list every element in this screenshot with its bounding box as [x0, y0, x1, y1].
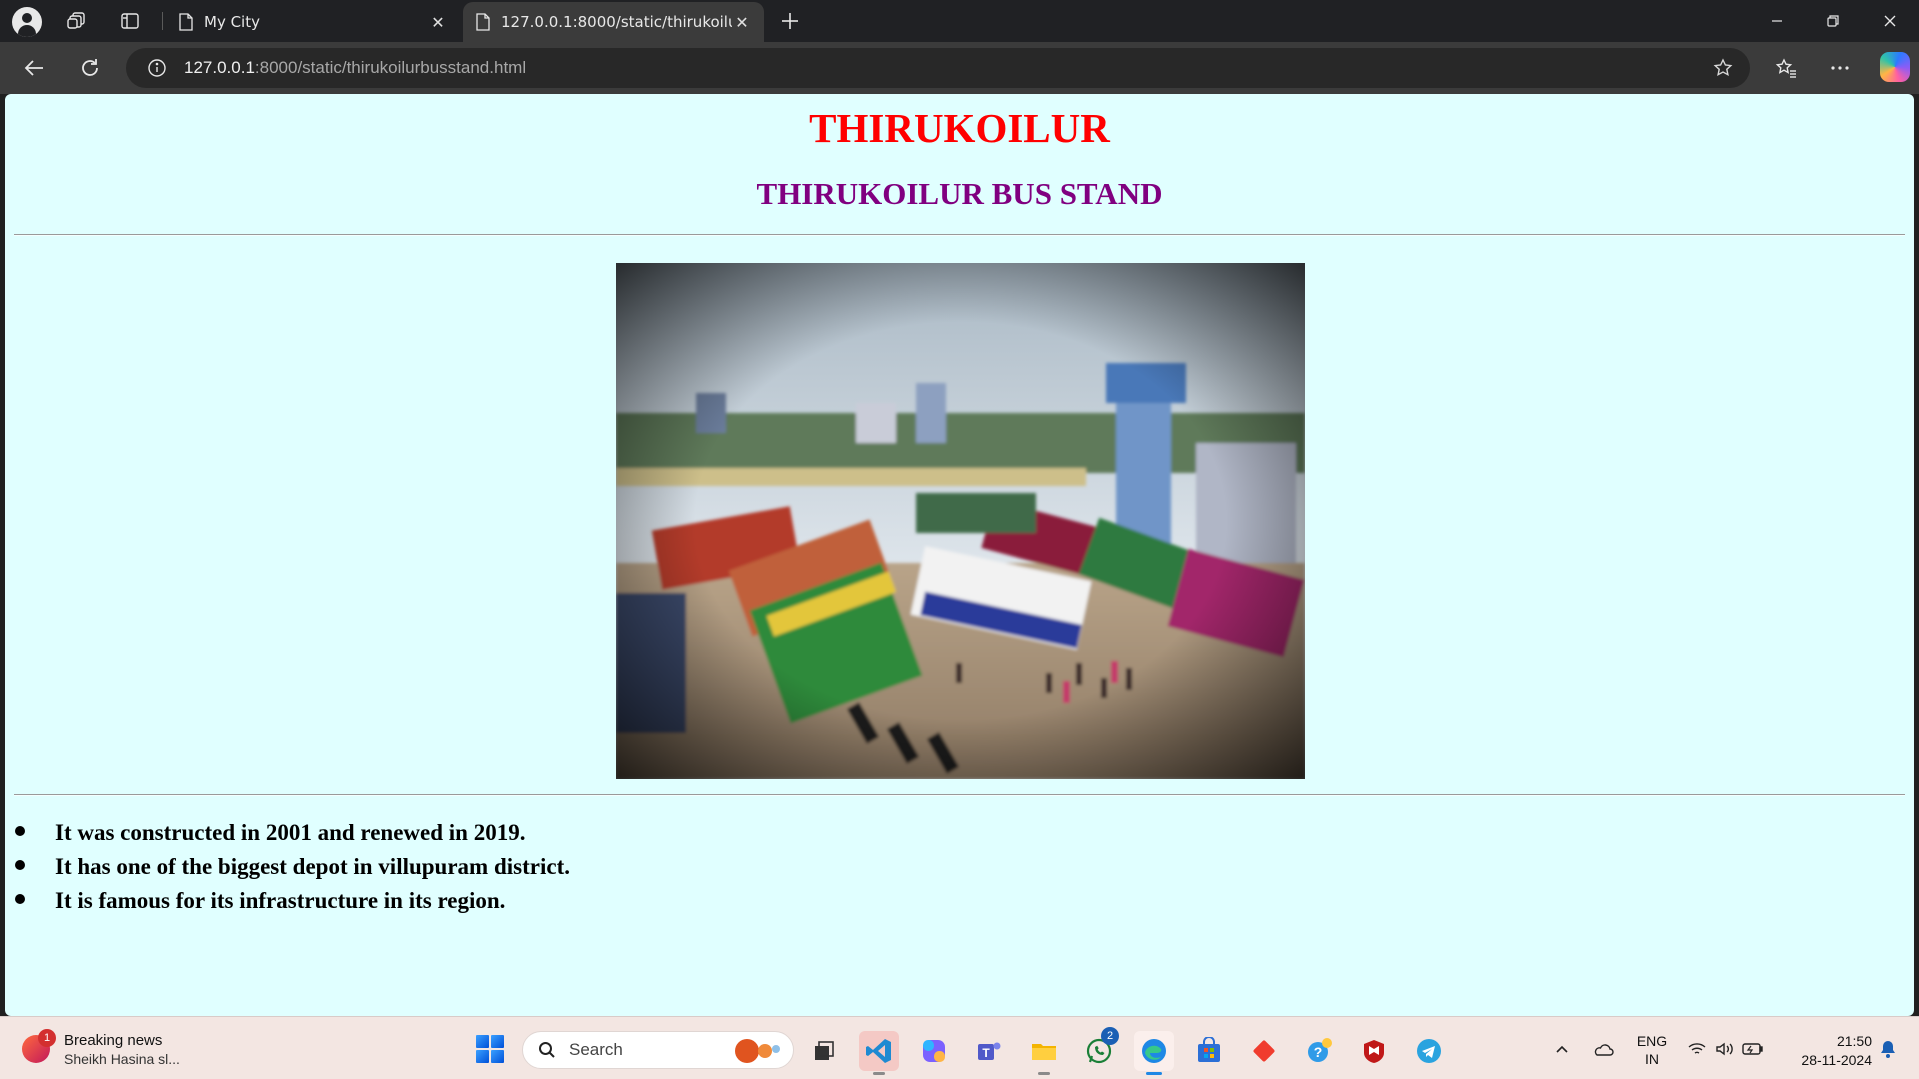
back-arrow-icon[interactable] [16, 51, 52, 85]
close-tab-icon[interactable]: ✕ [732, 12, 752, 32]
search-placeholder: Search [569, 1040, 623, 1059]
news-widget[interactable]: 1 Breaking news Sheikh Hasina sl... [22, 1029, 222, 1069]
copilot-app-icon[interactable] [914, 1031, 954, 1071]
notification-bell-icon[interactable] [1876, 1031, 1900, 1067]
system-clock[interactable]: 21:50 28-11-2024 [1782, 1032, 1872, 1070]
address-bar[interactable]: 127.0.0.1:8000/static/thirukoilurbusstan… [126, 48, 1750, 88]
whatsapp-badge: 2 [1101, 1027, 1119, 1045]
list-item: It is famous for its infrastructure in i… [5, 884, 1914, 918]
page-subtitle: THIRUKOILUR BUS STAND [756, 176, 1163, 211]
search-highlight-icon [735, 1039, 780, 1063]
fact-text: It was constructed in 2001 and renewed i… [55, 820, 526, 845]
tab-thirukoilur-bus-stand[interactable]: 127.0.0.1:8000/static/thirukoilurbusstan… [463, 2, 764, 42]
facts-list: It was constructed in 2001 and renewed i… [5, 816, 1914, 918]
page-icon [179, 13, 193, 31]
start-icon[interactable] [476, 1035, 504, 1063]
vscode-icon[interactable] [859, 1031, 899, 1075]
bullet [15, 894, 25, 904]
page-title: THIRUKOILUR [809, 105, 1110, 151]
refresh-icon[interactable] [72, 51, 108, 85]
edge-icon[interactable] [1134, 1031, 1174, 1075]
task-view-icon[interactable] [804, 1031, 844, 1071]
battery-icon[interactable] [1740, 1031, 1766, 1067]
tab-label: My City [204, 13, 260, 31]
browser-toolbar: 127.0.0.1:8000/static/thirukoilurbusstan… [0, 42, 1919, 94]
workspaces-icon[interactable] [61, 6, 93, 36]
url-path: :8000/static/thirukoilurbusstand.html [254, 58, 527, 77]
copilot-icon[interactable] [1880, 52, 1910, 82]
taskbar: 1 Breaking news Sheikh Hasina sl... Sear… [0, 1016, 1919, 1079]
tab-strip: My City ✕ 127.0.0.1:8000/static/thirukoi… [0, 0, 1919, 42]
site-info-icon[interactable] [146, 57, 168, 79]
close-window-icon[interactable] [1868, 4, 1912, 38]
vertical-tabs-icon[interactable] [114, 6, 146, 36]
close-tab-icon[interactable]: ✕ [428, 12, 448, 32]
onedrive-cloud-icon[interactable] [1588, 1031, 1618, 1067]
git-icon[interactable] [1244, 1031, 1284, 1071]
tab-label: 127.0.0.1:8000/static/thirukoilurbusstan… [501, 13, 732, 31]
language-code: ENG [1636, 1033, 1668, 1049]
fact-text: It is famous for its infrastructure in i… [55, 888, 506, 913]
url-host: 127.0.0.1 [184, 58, 255, 77]
horizontal-rule-bottom [14, 794, 1905, 796]
list-item: It was constructed in 2001 and renewed i… [5, 816, 1914, 850]
url-text[interactable]: 127.0.0.1:8000/static/thirukoilurbusstan… [184, 58, 526, 78]
horizontal-rule-top [14, 234, 1905, 236]
tab-separator [162, 12, 163, 30]
news-badge: 1 [38, 1029, 56, 1047]
svg-text:T: T [982, 1046, 990, 1060]
news-title: Breaking news [64, 1032, 163, 1049]
teams-icon[interactable]: T [969, 1031, 1009, 1071]
list-item: It has one of the biggest depot in villu… [5, 850, 1914, 884]
profile-avatar-icon[interactable] [12, 7, 42, 37]
minimize-icon[interactable] [1755, 4, 1799, 38]
more-options-icon[interactable] [1822, 51, 1858, 85]
new-tab-icon[interactable] [774, 6, 806, 36]
favorite-star-icon[interactable] [1712, 57, 1734, 79]
news-subtitle: Sheikh Hasina sl... [64, 1051, 180, 1067]
page-viewport: THIRUKOILUR THIRUKOILUR BUS STAND It was… [5, 94, 1914, 1016]
mcafee-icon[interactable] [1354, 1031, 1394, 1071]
clock-date: 28-11-2024 [1801, 1052, 1872, 1068]
fact-text: It has one of the biggest depot in villu… [55, 854, 570, 879]
page-icon [476, 13, 490, 31]
bus-stand-photo [616, 263, 1305, 779]
taskbar-search-box[interactable]: Search [522, 1031, 794, 1069]
wifi-icon[interactable] [1684, 1031, 1710, 1067]
language-indicator[interactable]: ENG IN [1632, 1032, 1672, 1068]
telegram-icon[interactable] [1409, 1031, 1449, 1071]
search-icon [537, 1040, 557, 1060]
whatsapp-icon[interactable]: 2 [1079, 1027, 1119, 1071]
bullet [15, 826, 25, 836]
tab-my-city[interactable]: My City ✕ [166, 2, 460, 42]
bullet [15, 860, 25, 870]
region-code: IN [1645, 1051, 1659, 1067]
volume-icon[interactable] [1712, 1031, 1738, 1067]
favorites-icon[interactable] [1768, 51, 1804, 85]
store-icon[interactable] [1189, 1031, 1229, 1071]
clock-time: 21:50 [1836, 1033, 1872, 1049]
file-explorer-icon[interactable] [1024, 1031, 1064, 1075]
help-icon[interactable]: ? [1299, 1031, 1339, 1071]
chevron-up-icon[interactable] [1548, 1031, 1576, 1067]
svg-text:?: ? [1314, 1044, 1323, 1060]
restore-icon[interactable] [1811, 4, 1855, 38]
